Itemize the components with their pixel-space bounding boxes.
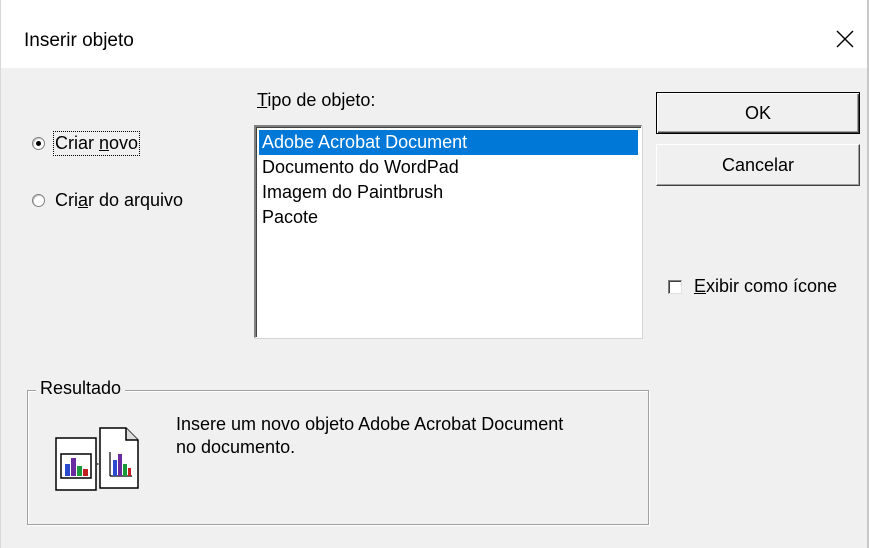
result-text-line-2: no documento.	[176, 437, 296, 457]
object-type-label: Tipo de objeto:	[257, 90, 376, 110]
close-icon	[836, 30, 854, 48]
display-as-icon-checkbox-box	[668, 279, 682, 294]
list-item[interactable]: Imagem do Paintbrush	[259, 180, 638, 205]
result-text-line-1: Insere um novo objeto Adobe Acrobat Docu…	[176, 414, 564, 434]
insert-object-dialog: Inserir objeto Criar novo Criar do arqui…	[0, 0, 869, 548]
display-as-icon-label: Exibir como ícone	[694, 276, 838, 296]
create-new-radio-indicator	[32, 137, 45, 150]
list-item[interactable]: Documento do WordPad	[259, 155, 638, 180]
object-type-listbox[interactable]: Adobe Acrobat Document Documento do Word…	[254, 125, 642, 338]
dialog-title: Inserir objeto	[24, 30, 134, 51]
ok-button[interactable]: OK	[656, 92, 860, 134]
result-description: Insere um novo objeto Adobe Acrobat Docu…	[176, 413, 646, 459]
create-new-label: Criar novo	[52, 131, 141, 156]
create-new-radio[interactable]: Criar novo	[32, 131, 141, 156]
create-from-file-label: Criar do arquivo	[55, 190, 184, 210]
list-item[interactable]: Adobe Acrobat Document	[259, 130, 638, 155]
create-from-file-radio-indicator	[32, 194, 45, 207]
cancel-button[interactable]: Cancelar	[656, 144, 860, 186]
close-button[interactable]	[827, 22, 863, 56]
insert-new-object-icon	[55, 427, 139, 491]
display-as-icon-checkbox[interactable]: Exibir como ícone	[668, 276, 837, 297]
result-legend: Resultado	[36, 378, 126, 399]
create-from-file-radio[interactable]: Criar do arquivo	[32, 190, 183, 211]
list-item[interactable]: Pacote	[259, 205, 638, 230]
title-bar: Inserir objeto	[0, 0, 867, 69]
